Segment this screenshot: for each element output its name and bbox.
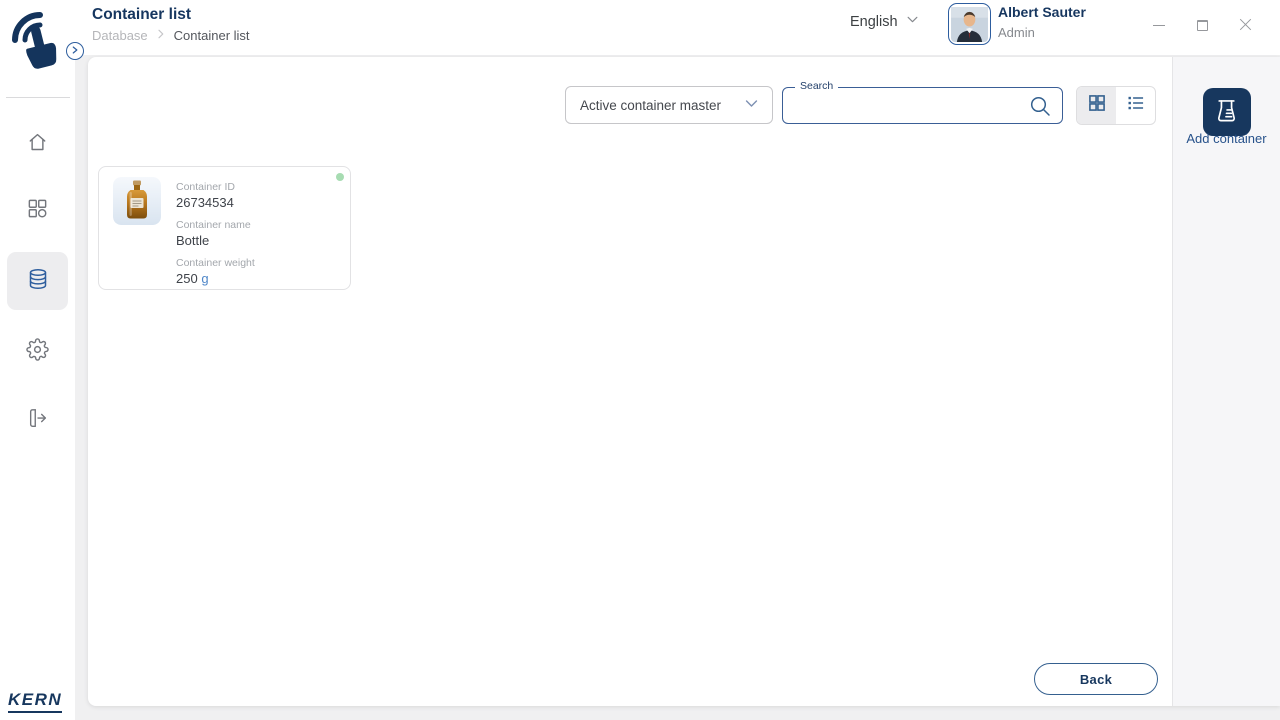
container-card[interactable]: Container ID 26734534 Container name Bot…	[98, 166, 351, 290]
language-value: English	[850, 14, 898, 30]
sidebar-item-logout[interactable]	[7, 391, 68, 449]
home-icon	[26, 131, 49, 159]
search-input[interactable]	[783, 88, 1021, 123]
header: Container list Database Container list E…	[0, 0, 1280, 55]
database-icon	[26, 267, 50, 296]
container-fields: Container ID 26734534 Container name Bot…	[176, 180, 255, 287]
view-toggle	[1076, 86, 1156, 125]
page-title: Container list	[92, 6, 191, 24]
search-field: Search	[782, 87, 1063, 124]
minimize-icon[interactable]	[1148, 14, 1170, 36]
apps-icon	[26, 197, 49, 225]
app-window: Active container master Search	[0, 0, 1280, 720]
container-id-label: Container ID	[176, 180, 255, 194]
sidebar-item-apps[interactable]	[7, 182, 68, 240]
chevron-down-icon	[905, 12, 920, 31]
container-name-value: Bottle	[176, 233, 255, 249]
kern-logo: KERN	[8, 690, 62, 713]
list-view-icon	[1126, 93, 1146, 118]
sidebar-divider	[6, 97, 70, 98]
breadcrumb-item-database[interactable]: Database	[92, 28, 148, 43]
maximize-icon[interactable]	[1191, 14, 1213, 36]
container-id-value: 26734534	[176, 195, 255, 211]
breadcrumb-separator-icon	[155, 28, 167, 43]
language-dropdown[interactable]: English	[850, 12, 920, 31]
list-view-button[interactable]	[1116, 87, 1155, 124]
gear-icon	[26, 338, 49, 366]
close-icon[interactable]	[1234, 14, 1256, 36]
container-name-label: Container name	[176, 218, 255, 232]
user-name: Albert Sauter	[998, 4, 1086, 20]
grid-view-button[interactable]	[1077, 87, 1116, 124]
user-role: Admin	[998, 25, 1035, 40]
container-weight-label: Container weight	[176, 256, 255, 270]
search-icon[interactable]	[1028, 94, 1052, 123]
status-dot	[336, 173, 344, 181]
filter-dropdown[interactable]: Active container master	[565, 86, 773, 124]
chevron-down-icon	[743, 95, 760, 115]
breadcrumb: Database Container list	[92, 28, 250, 43]
filter-dropdown-value: Active container master	[580, 98, 721, 113]
add-container-button[interactable]	[1203, 88, 1251, 136]
sidebar-expand-button[interactable]	[66, 42, 84, 60]
breadcrumb-item-current: Container list	[174, 28, 250, 43]
sidebar-item-home[interactable]	[7, 116, 68, 174]
container-beaker-icon	[1213, 97, 1240, 127]
add-container-label: Add container	[1173, 131, 1280, 146]
weight-unit: g	[201, 271, 208, 286]
container-weight-value: 250 g	[176, 271, 255, 287]
sidebar-item-database[interactable]	[7, 252, 68, 310]
touch-hand-logo	[9, 11, 65, 78]
bottle-image	[113, 177, 161, 225]
back-button[interactable]: Back	[1034, 663, 1158, 695]
main-panel: Active container master Search	[88, 57, 1280, 706]
sidebar: KERN	[0, 0, 75, 720]
chevron-right-icon	[70, 42, 80, 60]
right-action-panel: Add container	[1172, 57, 1280, 706]
sidebar-item-settings[interactable]	[7, 323, 68, 381]
logout-icon	[27, 407, 49, 434]
grid-view-icon	[1087, 93, 1107, 118]
avatar[interactable]	[948, 3, 991, 45]
